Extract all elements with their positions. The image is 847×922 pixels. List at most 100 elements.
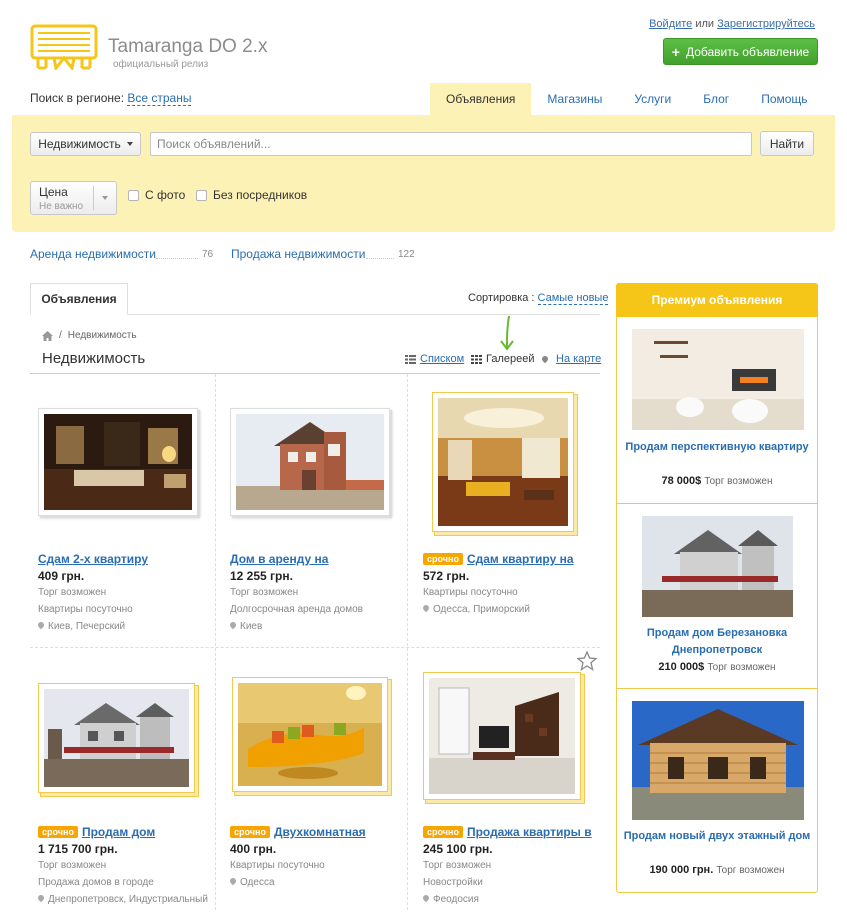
listing-bargain: Торг возможен	[230, 587, 299, 598]
location-pin-icon	[36, 893, 46, 903]
listing-title-link[interactable]: Дом в аренду на	[230, 552, 328, 566]
premium-price: 190 000 грн.	[649, 864, 714, 876]
price-sublabel: Не важно	[39, 201, 84, 212]
breadcrumb-item[interactable]: Недвижимость	[68, 330, 137, 341]
listing-photo[interactable]	[38, 408, 198, 516]
find-button[interactable]: Найти	[760, 131, 814, 156]
login-link[interactable]: Войдите	[649, 18, 692, 30]
premium-price: 210 000$	[658, 661, 705, 673]
photo-image	[438, 398, 568, 526]
photo-image	[44, 689, 189, 787]
location-pin-icon	[36, 620, 46, 630]
grid-top-border	[30, 373, 600, 374]
location-pin-icon	[228, 620, 238, 630]
search-input[interactable]	[150, 132, 752, 156]
nav-tab-services[interactable]: Услуги	[618, 83, 687, 115]
no-agents-checkbox[interactable]: Без посредников	[196, 188, 307, 202]
view-list-link[interactable]: Списком	[420, 353, 464, 365]
listing-price: 572 грн.	[423, 569, 470, 583]
premium-title[interactable]: Продам новый двух этажный дом	[617, 828, 817, 845]
premium-title[interactable]: Продам дом Березановка Днепропетровск	[617, 625, 817, 659]
listing-title-link[interactable]: Двухкомнатная	[274, 825, 366, 839]
nav-tab-listings[interactable]: Объявления	[430, 83, 532, 115]
category-link-sale-text[interactable]: Продажа недвижимости	[231, 247, 365, 261]
with-photo-checkbox[interactable]: С фото	[128, 188, 185, 202]
urgent-badge: срочно	[230, 826, 270, 838]
category-dots	[366, 258, 394, 259]
logo-icon[interactable]	[30, 24, 98, 70]
checkbox-box[interactable]	[128, 189, 139, 201]
listing-title-link[interactable]: Сдам 2-х квартиру	[38, 552, 148, 566]
listing-title[interactable]: срочно Двухкомнатная	[230, 825, 402, 839]
listing-photo[interactable]	[38, 683, 195, 793]
checkbox-box[interactable]	[196, 189, 207, 201]
breadcrumb-separator: /	[59, 330, 62, 341]
listing-location-text: Киев	[240, 621, 263, 632]
listing-location: Киев, Печерский	[36, 620, 126, 632]
register-link[interactable]: Зарегистрируйтесь	[717, 18, 815, 30]
category-link-sale[interactable]: Продажа недвижимости	[231, 247, 365, 261]
category-dropdown-label: Недвижимость	[38, 137, 121, 151]
price-filter[interactable]: Цена Не важно	[30, 181, 117, 215]
plus-icon: +	[671, 43, 680, 60]
photo-image	[236, 414, 384, 510]
listing-title[interactable]: срочно Продам дом	[38, 825, 210, 839]
view-gallery-label: Галереей	[486, 353, 535, 365]
photo-image	[238, 683, 382, 786]
price-label: Цена	[39, 185, 68, 199]
listing-title[interactable]: срочно Сдам квартиру на	[423, 552, 595, 566]
tab-listings[interactable]: Объявления	[30, 283, 128, 315]
listing-location-text: Днепропетровск, Индустриальный	[48, 894, 208, 905]
listing-location: Одесса	[228, 876, 275, 888]
listing-photo[interactable]	[232, 677, 388, 792]
view-map-link[interactable]: На карте	[556, 353, 601, 365]
urgent-badge: срочно	[423, 826, 463, 838]
add-listing-button[interactable]: + Добавить объявление	[663, 38, 818, 65]
listing-photo[interactable]	[230, 408, 390, 516]
listing-location-text: Феодосия	[433, 894, 479, 905]
nav-tab-help[interactable]: Помощь	[745, 83, 823, 115]
home-icon[interactable]	[42, 330, 53, 341]
grid-divider	[407, 374, 408, 910]
breadcrumb: / Недвижимость	[42, 330, 137, 341]
listing-category: Новостройки	[423, 877, 483, 888]
view-list[interactable]: Списком	[405, 353, 464, 365]
listing-title-link[interactable]: Продам дом	[82, 825, 155, 839]
logo-title[interactable]: Tamaranga DO 2.x	[108, 36, 267, 58]
listing-photo[interactable]	[423, 672, 581, 800]
urgent-badge: срочно	[38, 826, 78, 838]
main-nav: Объявления Магазины Услуги Блог Помощь	[430, 83, 824, 115]
with-photo-label: С фото	[145, 188, 186, 202]
grid-divider	[30, 647, 600, 648]
price-divider	[93, 186, 94, 210]
listing-title[interactable]: Дом в аренду на	[230, 552, 402, 566]
sort-value-link[interactable]: Самые новые	[537, 292, 609, 305]
nav-tab-blog[interactable]: Блог	[687, 83, 745, 115]
view-map[interactable]: На карте	[540, 353, 601, 365]
listing-title-link[interactable]: Сдам квартиру на	[467, 552, 574, 566]
premium-divider	[617, 688, 817, 689]
premium-price-row: 78 000$ Торг возможен	[617, 475, 817, 487]
premium-price: 78 000$	[661, 475, 702, 487]
premium-title[interactable]: Продам перспективную квартиру	[617, 439, 817, 456]
no-agents-label: Без посредников	[213, 188, 308, 202]
category-link-rent-text[interactable]: Аренда недвижимости	[30, 247, 156, 261]
listing-title[interactable]: срочно Продажа квартиры в	[423, 825, 595, 839]
listing-title[interactable]: Сдам 2-х квартиру	[38, 552, 210, 566]
listing-title-link[interactable]: Продажа квартиры в	[467, 825, 592, 839]
listing-location-text: Киев, Печерский	[48, 621, 126, 632]
category-dropdown[interactable]: Недвижимость	[30, 132, 141, 156]
view-gallery[interactable]: Галереей	[471, 353, 535, 365]
category-link-rent[interactable]: Аренда недвижимости	[30, 247, 156, 261]
page-title: Недвижимость	[42, 350, 146, 367]
premium-photo[interactable]	[632, 329, 804, 430]
listing-bargain: Торг возможен	[423, 860, 492, 871]
premium-price-row: 210 000$ Торг возможен	[617, 661, 817, 673]
premium-photo[interactable]	[642, 516, 793, 617]
region-link[interactable]: Все страны	[127, 91, 192, 106]
star-icon[interactable]	[577, 651, 597, 671]
nav-tab-shops[interactable]: Магазины	[531, 83, 618, 115]
listing-photo[interactable]	[432, 392, 574, 532]
premium-photo[interactable]	[632, 701, 804, 820]
gallery-view-icon	[471, 354, 482, 364]
